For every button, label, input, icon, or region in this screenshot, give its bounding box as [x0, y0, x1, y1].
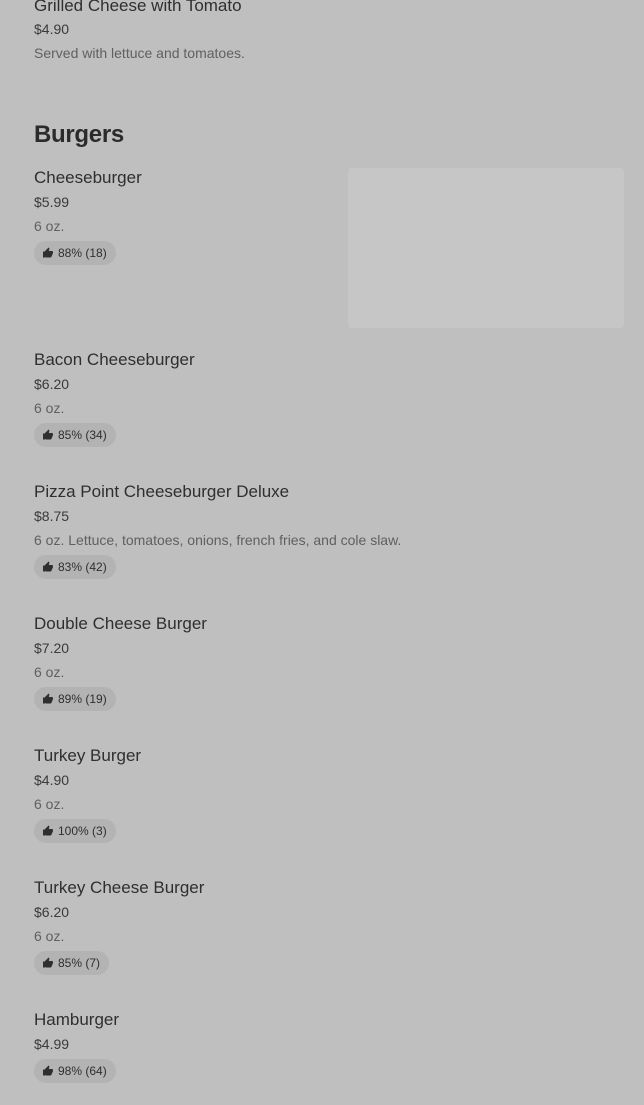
item-name: Turkey Burger	[34, 746, 142, 765]
item-price: $6.20	[34, 376, 70, 392]
item-description: 6 oz.	[34, 664, 65, 680]
rating-badge: 85% (7)	[34, 951, 110, 975]
rating-badge: 83% (42)	[34, 555, 116, 579]
rating-text: 83% (42)	[58, 560, 107, 574]
menu-item[interactable]: Turkey Cheese Burger $6.20 6 oz. 85% (7)	[34, 878, 204, 975]
thumbs-up-icon	[43, 957, 53, 968]
rating-text: 88% (18)	[58, 246, 107, 260]
thumbs-up-icon	[43, 561, 53, 572]
item-name: Bacon Cheeseburger	[34, 350, 195, 369]
rating-badge: 100% (3)	[34, 819, 116, 843]
thumbs-up-icon	[43, 825, 53, 836]
item-price: $4.90	[34, 21, 70, 37]
item-price: $8.75	[34, 508, 70, 524]
rating-badge: 98% (64)	[34, 1059, 116, 1083]
rating-text: 100% (3)	[58, 824, 107, 838]
item-price: $4.99	[34, 1036, 70, 1052]
rating-badge: 88% (18)	[34, 241, 116, 265]
item-description: 6 oz. Lettuce, tomatoes, onions, french …	[34, 532, 402, 548]
item-description: 6 oz.	[34, 928, 65, 944]
item-name: Pizza Point Cheeseburger Deluxe	[34, 482, 290, 501]
item-name: Grilled Cheese with Tomato	[34, 0, 242, 15]
item-name: Double Cheese Burger	[34, 614, 207, 633]
menu-item[interactable]: Cheeseburger $5.99 6 oz. 88% (18)	[34, 168, 142, 265]
item-description: 6 oz.	[34, 218, 65, 234]
thumbs-up-icon	[43, 1065, 53, 1076]
item-name: Turkey Cheese Burger	[34, 878, 205, 897]
menu-item[interactable]: Bacon Cheeseburger $6.20 6 oz. 85% (34)	[34, 350, 195, 447]
item-price: $5.99	[34, 194, 70, 210]
rating-text: 89% (19)	[58, 692, 107, 706]
rating-text: 98% (64)	[58, 1064, 107, 1078]
item-name: Hamburger	[34, 1010, 120, 1029]
thumbs-up-icon	[43, 247, 53, 258]
section-title: Burgers	[34, 121, 124, 148]
item-price: $6.20	[34, 904, 70, 920]
rating-badge: 89% (19)	[34, 687, 116, 711]
item-price: $4.90	[34, 772, 70, 788]
item-description: 6 oz.	[34, 400, 65, 416]
item-name: Cheeseburger	[34, 168, 142, 187]
menu-item-grilled-cheese[interactable]: Grilled Cheese with Tomato $4.90 Served …	[34, 0, 245, 62]
item-description: Served with lettuce and tomatoes.	[34, 45, 245, 61]
menu-item[interactable]: Double Cheese Burger $7.20 6 oz. 89% (19…	[34, 614, 207, 711]
thumbs-up-icon	[43, 429, 53, 440]
rating-text: 85% (7)	[58, 956, 101, 970]
rating-badge: 85% (34)	[34, 423, 116, 447]
item-description: 6 oz.	[34, 796, 65, 812]
rating-text: 85% (34)	[58, 428, 107, 442]
menu-item[interactable]: Turkey Burger $4.90 6 oz. 100% (3)	[34, 746, 141, 843]
menu-item[interactable]: Hamburger $4.99 98% (64)	[34, 1010, 119, 1083]
item-image-placeholder[interactable]	[348, 168, 624, 328]
thumbs-up-icon	[43, 693, 53, 704]
menu-item[interactable]: Pizza Point Cheeseburger Deluxe $8.75 6 …	[34, 482, 401, 579]
item-price: $7.20	[34, 640, 70, 656]
